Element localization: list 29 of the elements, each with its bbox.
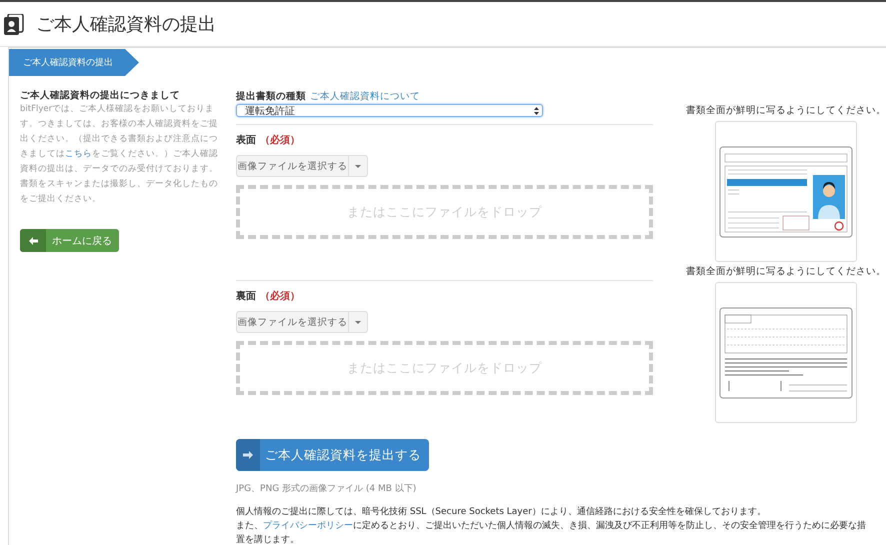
caret-icon	[355, 320, 361, 324]
privacy-paragraph: 個人情報のご提出に際しては、暗号化技術 SSL（Secure Sockets Layer）により、通信経路における安全性を確保しております。	[236, 506, 767, 519]
home-button[interactable]: ホームに戻る	[20, 229, 119, 252]
caret-icon	[355, 164, 361, 168]
file-format-note: JPG、PNG 形式の画像ファイル (4 MB 以下)	[236, 482, 418, 495]
document-type-select[interactable]: 運転免許証	[236, 104, 543, 117]
privacy-paragraph: また、プライバシーポリシーに定めるとおり、ご提出いただいた個人情報の滅失、き損、漏洩及び不正利用等を防止し、その安全管理を行うために必要な措置を講じます。	[236, 519, 866, 545]
document-info-link[interactable]: ご本人確認資料について	[310, 90, 420, 103]
required-label: （必須）	[260, 290, 300, 303]
select-arrows-icon	[534, 106, 539, 114]
arrow-left-icon	[28, 236, 38, 244]
field-label: 表面	[236, 134, 256, 147]
intro-heading: ご本人確認資料の提出につきまして	[20, 89, 181, 102]
sample-caption: 書類全面が鮮明に写るようにしてください。	[686, 265, 886, 278]
file-select-button[interactable]: 画像ファイルを選択する	[237, 312, 349, 332]
sample-caption: 書類全面が鮮明に写るようにしてください。	[686, 104, 886, 117]
intro-paragraph: bitFlyerでは、ご本人様確認をお願いしております。つきましては、お客様の本人確認資料をご提出ください。（提出できる書類および注意点につきましては こちら をご覧ください。）ご本人確認資料の提出は、データでのみ受付けております。書類をスキャンまたは撮影し、データ化したものをご提出ください。	[20, 103, 219, 206]
user-card-icon	[4, 14, 24, 34]
required-label: （必須）	[260, 134, 300, 147]
file-select-button-group[interactable]: 画像ファイルを選択する	[236, 311, 368, 333]
submit-button[interactable]: ご本人確認資料を提出する	[236, 439, 429, 471]
file-select-button[interactable]: 画像ファイルを選択する	[237, 156, 349, 176]
page-title: ご本人確認資料の提出	[36, 13, 216, 36]
details-link[interactable]: こちら	[65, 149, 92, 159]
field-label: 裏面	[236, 290, 256, 303]
privacy-policy-link[interactable]: プライバシーポリシー	[263, 521, 353, 531]
arrow-right-icon	[243, 451, 253, 459]
field-label: 提出書類の種類	[236, 90, 306, 103]
file-select-button-group[interactable]: 画像ファイルを選択する	[236, 155, 368, 177]
